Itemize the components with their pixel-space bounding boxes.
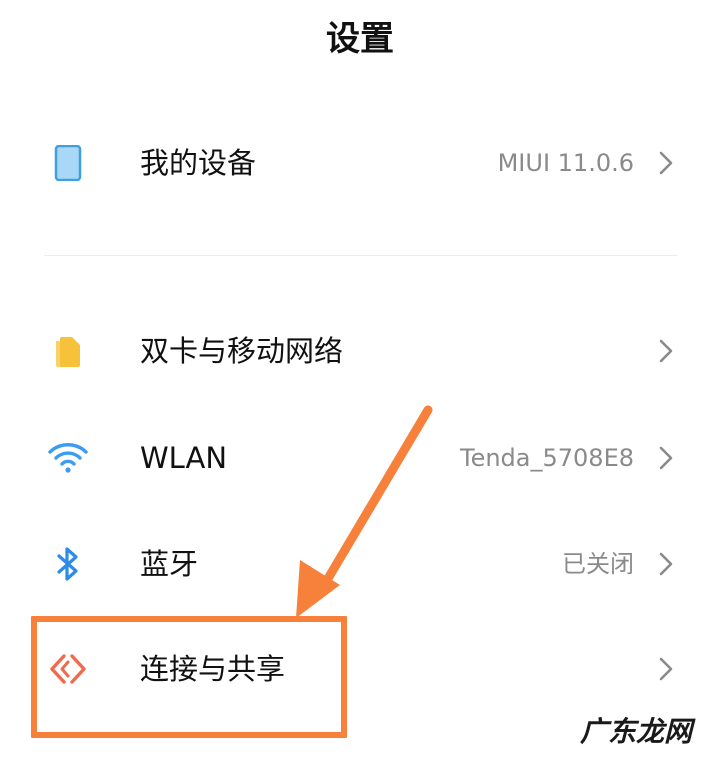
chevron-right-icon	[659, 552, 673, 576]
settings-item-label: 蓝牙	[140, 547, 199, 581]
settings-item-dual-sim[interactable]: 双卡与移动网络	[0, 306, 720, 396]
sim-card-icon	[56, 337, 80, 367]
device-icon	[54, 145, 82, 181]
wifi-icon	[48, 443, 88, 473]
chevron-right-icon	[659, 657, 673, 681]
settings-item-value: MIUI 11.0.6	[497, 149, 634, 177]
settings-item-wlan[interactable]: WLAN Tenda_5708E8	[0, 413, 720, 503]
settings-item-label: 双卡与移动网络	[140, 334, 344, 368]
settings-item-value: 已关闭	[562, 550, 634, 578]
bluetooth-icon	[57, 547, 78, 581]
settings-item-my-device[interactable]: 我的设备 MIUI 11.0.6	[0, 118, 720, 208]
section-divider	[44, 255, 678, 256]
chevron-right-icon	[659, 151, 673, 175]
page-title: 设置	[326, 19, 394, 59]
watermark: 广东龙网	[580, 715, 693, 748]
settings-item-bluetooth[interactable]: 蓝牙 已关闭	[0, 519, 720, 609]
settings-item-label: WLAN	[140, 441, 228, 475]
settings-item-label: 我的设备	[140, 146, 257, 180]
settings-item-value: Tenda_5708E8	[459, 444, 634, 472]
chevron-right-icon	[659, 339, 673, 363]
annotation-highlight-box	[31, 616, 347, 738]
chevron-right-icon	[659, 446, 673, 470]
